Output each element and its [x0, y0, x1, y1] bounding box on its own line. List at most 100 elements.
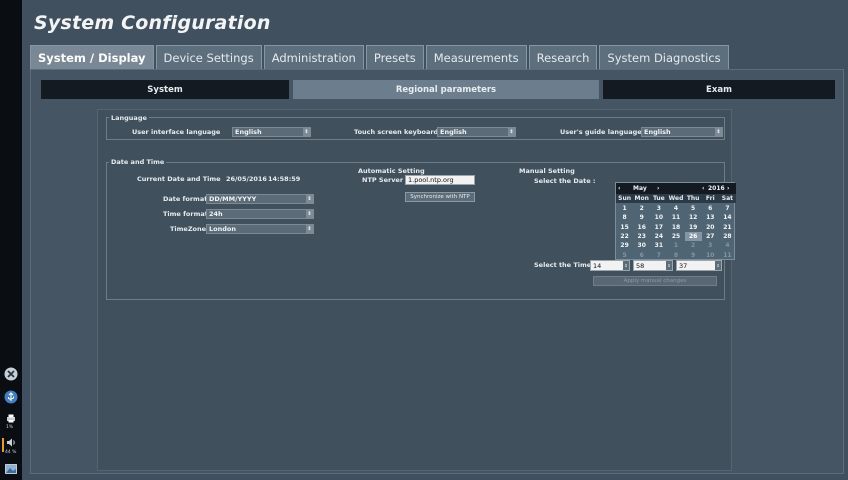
tab-presets[interactable]: Presets: [365, 45, 424, 69]
tab-system-display[interactable]: System / Display: [30, 45, 154, 69]
calendar-days-grid: 1 2 3 4 5 6 7 8 9 10 11 12 13 14 15 16 17 18 19 20 21 22 23 24 2…: [616, 204, 736, 260]
calendar-day[interactable]: 20: [702, 223, 719, 232]
calendar-day[interactable]: 14: [719, 213, 736, 222]
time-format-select[interactable]: 24h ⇕: [206, 209, 314, 219]
calendar-day[interactable]: 7: [650, 251, 667, 260]
calendar-day[interactable]: 6: [702, 204, 719, 213]
guide-language-select[interactable]: English ⇕: [641, 127, 723, 137]
volume-bar[interactable]: [2, 438, 4, 452]
calendar-day[interactable]: 19: [685, 223, 702, 232]
spinner-arrows-icon[interactable]: ⇕: [623, 261, 629, 270]
chevron-updown-icon: ⇕: [715, 128, 722, 136]
weekday-label: Mon: [634, 195, 649, 202]
calendar-day-selected[interactable]: 26: [684, 231, 702, 242]
calendar-day[interactable]: 13: [702, 213, 719, 222]
calendar-day[interactable]: 6: [633, 251, 650, 260]
keyboard-select[interactable]: English ⇕: [437, 127, 516, 137]
current-date-value: 26/05/2016: [226, 175, 267, 183]
left-status-strip: 1% 44 %: [0, 0, 22, 480]
subtab-system[interactable]: System: [41, 80, 289, 99]
hour-value: 14: [593, 261, 602, 270]
screenshot-icon[interactable]: [3, 463, 19, 475]
next-month-button[interactable]: ›: [657, 185, 659, 192]
calendar-day[interactable]: 24: [650, 232, 667, 241]
calendar-day[interactable]: 12: [685, 213, 702, 222]
timezone-label: TimeZone: [170, 225, 207, 233]
calendar-day[interactable]: 23: [633, 232, 650, 241]
calendar-day[interactable]: 9: [633, 213, 650, 222]
tab-measurements[interactable]: Measurements: [425, 45, 527, 69]
calendar-day[interactable]: 17: [650, 223, 667, 232]
calendar-day[interactable]: 1: [616, 204, 633, 213]
tab-administration[interactable]: Administration: [263, 45, 364, 69]
second-spinner[interactable]: 37 ⇕: [676, 260, 722, 271]
subtab-exam[interactable]: Exam: [603, 80, 835, 99]
ui-language-select[interactable]: English ⇕: [232, 127, 311, 137]
calendar-day[interactable]: 27: [702, 232, 719, 241]
calendar-day[interactable]: 21: [719, 223, 736, 232]
spinner-arrows-icon[interactable]: ⇕: [715, 261, 721, 270]
calendar-day[interactable]: 3: [702, 241, 719, 250]
synchronize-ntp-button[interactable]: Synchronize with NTP: [405, 192, 475, 202]
printer-icon[interactable]: [3, 413, 19, 423]
spinner-arrows-icon[interactable]: ⇕: [666, 261, 672, 270]
date-time-legend: Date and Time: [109, 158, 167, 166]
select-date-label: Select the Date :: [534, 177, 596, 185]
tab-research[interactable]: Research: [528, 45, 598, 69]
chevron-updown-icon: ⇕: [303, 128, 310, 136]
calendar-day[interactable]: 1: [667, 241, 684, 250]
calendar-day[interactable]: 15: [616, 223, 633, 232]
calendar-day[interactable]: 28: [719, 232, 736, 241]
calendar-month: May: [633, 185, 647, 192]
calendar-day[interactable]: 18: [667, 223, 684, 232]
calendar-header: ‹ May › ‹ 2016 ›: [616, 183, 736, 194]
date-picker-calendar[interactable]: ‹ May › ‹ 2016 › Sun Mon Tue Wed Thu Fri…: [615, 182, 736, 260]
calendar-day[interactable]: 4: [667, 204, 684, 213]
calendar-day[interactable]: 5: [685, 204, 702, 213]
calendar-day[interactable]: 2: [633, 204, 650, 213]
timezone-value: London: [209, 225, 236, 233]
calendar-day[interactable]: 16: [633, 223, 650, 232]
calendar-year: 2016: [708, 185, 725, 192]
calendar-day[interactable]: 5: [616, 251, 633, 260]
calendar-day[interactable]: 10: [702, 251, 719, 260]
chevron-updown-icon: ⇕: [508, 128, 515, 136]
tab-system-diagnostics[interactable]: System Diagnostics: [599, 45, 729, 69]
calendar-day[interactable]: 11: [667, 213, 684, 222]
calendar-day[interactable]: 8: [616, 213, 633, 222]
prev-month-button[interactable]: ‹: [618, 185, 620, 192]
weekday-label: Sat: [721, 195, 734, 202]
minute-spinner[interactable]: 58 ⇕: [633, 260, 673, 271]
calendar-day[interactable]: 4: [719, 241, 736, 250]
ntp-server-input[interactable]: 1.pool.ntp.org: [405, 175, 475, 185]
calendar-day[interactable]: 31: [650, 241, 667, 250]
speaker-icon[interactable]: [3, 437, 19, 447]
calendar-day[interactable]: 10: [650, 213, 667, 222]
calendar-day[interactable]: 30: [633, 241, 650, 250]
calendar-day[interactable]: 22: [616, 232, 633, 241]
calendar-day[interactable]: 29: [616, 241, 633, 250]
tab-device-settings[interactable]: Device Settings: [155, 45, 262, 69]
calendar-day[interactable]: 3: [650, 204, 667, 213]
close-icon[interactable]: [3, 366, 19, 382]
prev-year-button[interactable]: ‹: [702, 185, 704, 192]
date-format-select[interactable]: DD/MM/YYYY ⇕: [206, 194, 314, 204]
tab-content: System Regional parameters Exam Language…: [30, 69, 844, 474]
calendar-weekdays: Sun Mon Tue Wed Thu Fri Sat: [616, 194, 736, 203]
volume-level: 44 %: [5, 450, 17, 455]
calendar-day[interactable]: 2: [685, 241, 702, 250]
calendar-day[interactable]: 25: [667, 232, 684, 241]
calendar-day[interactable]: 7: [719, 204, 736, 213]
hour-spinner[interactable]: 14 ⇕: [590, 260, 630, 271]
timezone-select[interactable]: London ⇕: [206, 224, 314, 234]
select-time-label: Select the Time :: [534, 261, 597, 269]
apply-manual-changes-button[interactable]: Apply manual changes: [593, 276, 717, 286]
calendar-day[interactable]: 11: [719, 251, 736, 260]
subtab-regional-parameters[interactable]: Regional parameters: [293, 80, 599, 99]
usb-icon[interactable]: [3, 389, 19, 405]
calendar-day[interactable]: 9: [685, 251, 702, 260]
second-value: 37: [679, 261, 688, 270]
calendar-day[interactable]: 8: [667, 251, 684, 260]
next-year-button[interactable]: ›: [727, 185, 729, 192]
main-window: System Configuration System / Display De…: [22, 0, 848, 480]
